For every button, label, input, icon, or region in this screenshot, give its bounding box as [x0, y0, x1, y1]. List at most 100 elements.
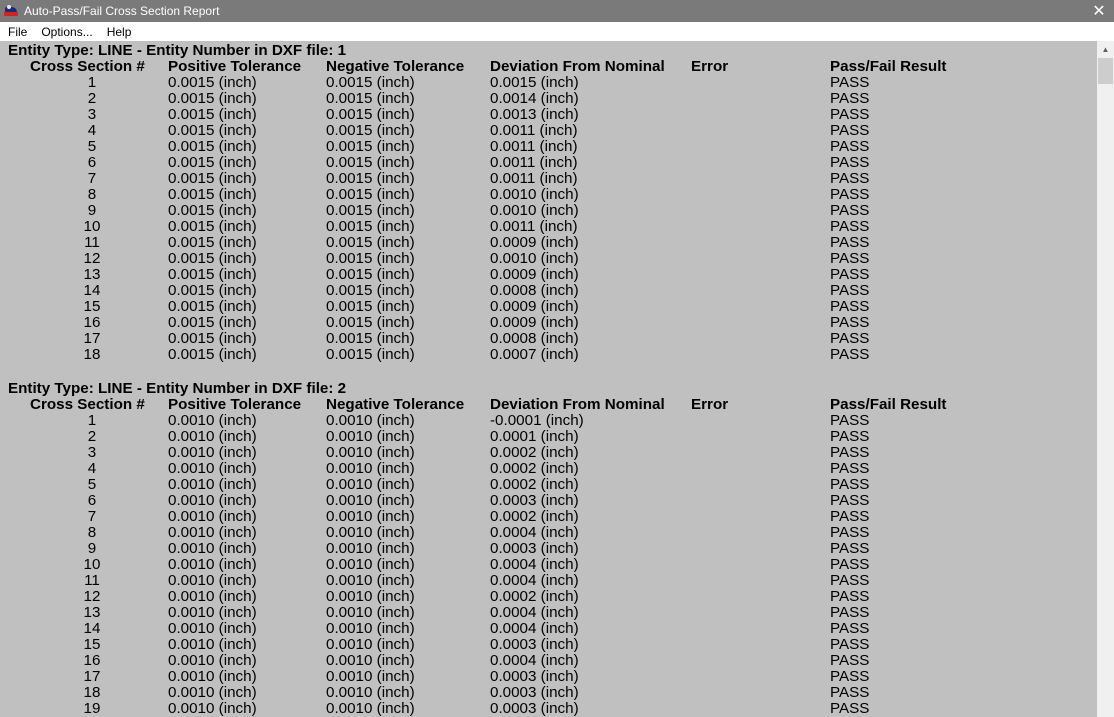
menu-options[interactable]: Options... [34, 25, 99, 39]
cell-deviation-from-nominal: 0.0011 (inch) [490, 170, 578, 187]
cell-negative-tolerance: 0.0010 (inch) [326, 620, 415, 637]
cell-deviation-from-nominal: 0.0002 (inch) [490, 588, 579, 605]
cell-pass-fail-result: PASS [830, 346, 870, 363]
cell-cross-section-number: 16 [83, 314, 101, 331]
cell-deviation-from-nominal: 0.0010 (inch) [490, 186, 579, 203]
cell-cross-section-number: 1 [87, 74, 97, 91]
cell-pass-fail-result: PASS [830, 282, 870, 299]
cell-deviation-from-nominal: 0.0008 (inch) [490, 282, 579, 299]
cell-deviation-from-nominal: 0.0002 (inch) [490, 508, 579, 525]
cell-pass-fail-result: PASS [830, 90, 870, 107]
report-content: Entity Type: LINE - Entity Number in DXF… [0, 41, 1097, 717]
table-row: 15 0.0010 (inch) 0.0010 (inch) 0.0003 (inch… [0, 637, 1097, 653]
cell-cross-section-number: 15 [83, 636, 101, 653]
table-row: 11 0.0010 (inch) 0.0010 (inch) 0.0004 (inch… [0, 573, 1097, 589]
cell-cross-section-number: 13 [83, 266, 101, 283]
cell-deviation-from-nominal: 0.0011 (inch) [490, 138, 578, 155]
table-row: 5 0.0015 (inch) 0.0015 (inch) 0.0011 (inch)… [0, 139, 1097, 155]
cell-positive-tolerance: 0.0015 (inch) [168, 74, 257, 91]
table-row: 14 0.0015 (inch) 0.0015 (inch) 0.0008 (inch… [0, 283, 1097, 299]
table-row: 1 0.0010 (inch) 0.0010 (inch) -0.0001 (inch… [0, 413, 1097, 429]
cell-cross-section-number: 11 [84, 572, 100, 589]
cell-cross-section-number: 12 [83, 588, 101, 605]
column-header-error: Error [691, 396, 729, 413]
cell-negative-tolerance: 0.0015 (inch) [326, 138, 415, 155]
cell-cross-section-number: 19 [83, 700, 101, 717]
cell-deviation-from-nominal: -0.0001 (inch) [490, 412, 584, 429]
entity-section: Entity Type: LINE - Entity Number in DXF… [0, 381, 1097, 717]
cell-pass-fail-result: PASS [830, 170, 870, 187]
cell-cross-section-number: 9 [87, 202, 97, 219]
cell-negative-tolerance: 0.0010 (inch) [326, 508, 415, 525]
cell-pass-fail-result: PASS [830, 668, 870, 685]
cell-deviation-from-nominal: 0.0003 (inch) [490, 492, 579, 509]
table-row: 13 0.0015 (inch) 0.0015 (inch) 0.0009 (inch… [0, 267, 1097, 283]
scroll-thumb[interactable] [1098, 58, 1113, 84]
cell-cross-section-number: 7 [87, 508, 97, 525]
table-row: 3 0.0015 (inch) 0.0015 (inch) 0.0013 (inch)… [0, 107, 1097, 123]
table-row: 8 0.0015 (inch) 0.0015 (inch) 0.0010 (inch)… [0, 187, 1097, 203]
cell-positive-tolerance: 0.0010 (inch) [168, 700, 257, 717]
cell-positive-tolerance: 0.0010 (inch) [168, 444, 257, 461]
cell-deviation-from-nominal: 0.0009 (inch) [490, 266, 579, 283]
cell-cross-section-number: 14 [83, 620, 101, 637]
entity-section: Entity Type: LINE - Entity Number in DXF… [0, 43, 1097, 363]
cell-cross-section-number: 14 [83, 282, 101, 299]
scroll-up-arrow-icon[interactable]: ▲ [1097, 41, 1114, 58]
column-header-cross-section-number: Cross Section # [30, 58, 145, 75]
cell-positive-tolerance: 0.0010 (inch) [168, 412, 257, 429]
cell-deviation-from-nominal: 0.0011 (inch) [490, 122, 578, 139]
cell-deviation-from-nominal: 0.0009 (inch) [490, 298, 579, 315]
cell-negative-tolerance: 0.0015 (inch) [326, 90, 415, 107]
title-bar: Auto-Pass/Fail Cross Section Report ✕ [0, 0, 1114, 22]
cell-negative-tolerance: 0.0010 (inch) [326, 444, 415, 461]
cell-deviation-from-nominal: 0.0008 (inch) [490, 330, 579, 347]
cell-cross-section-number: 17 [83, 330, 101, 347]
cell-cross-section-number: 13 [83, 604, 101, 621]
cell-positive-tolerance: 0.0015 (inch) [168, 122, 257, 139]
cell-cross-section-number: 6 [87, 492, 97, 509]
table-row: 4 0.0010 (inch) 0.0010 (inch) 0.0002 (inch)… [0, 461, 1097, 477]
cell-pass-fail-result: PASS [830, 428, 870, 445]
cell-cross-section-number: 11 [84, 234, 100, 251]
cell-negative-tolerance: 0.0010 (inch) [326, 492, 415, 509]
table-row: 9 0.0010 (inch) 0.0010 (inch) 0.0003 (inch)… [0, 541, 1097, 557]
table-row: 18 0.0010 (inch) 0.0010 (inch) 0.0003 (inch… [0, 685, 1097, 701]
vertical-scrollbar[interactable]: ▲ [1097, 41, 1114, 717]
report-window: Auto-Pass/Fail Cross Section Report ✕ Fi… [0, 0, 1114, 717]
cell-negative-tolerance: 0.0010 (inch) [326, 412, 415, 429]
cell-positive-tolerance: 0.0015 (inch) [168, 330, 257, 347]
cell-pass-fail-result: PASS [830, 444, 870, 461]
cell-negative-tolerance: 0.0015 (inch) [326, 266, 415, 283]
cell-negative-tolerance: 0.0010 (inch) [326, 588, 415, 605]
cell-negative-tolerance: 0.0015 (inch) [326, 122, 415, 139]
cell-deviation-from-nominal: 0.0003 (inch) [490, 684, 579, 701]
column-header-pass-fail-result: Pass/Fail Result [830, 396, 947, 413]
menu-file[interactable]: File [0, 25, 34, 39]
column-header-deviation-from-nominal: Deviation From Nominal [490, 396, 665, 413]
cell-pass-fail-result: PASS [830, 460, 870, 477]
cell-positive-tolerance: 0.0010 (inch) [168, 636, 257, 653]
cell-positive-tolerance: 0.0015 (inch) [168, 218, 257, 235]
cell-deviation-from-nominal: 0.0003 (inch) [490, 668, 579, 685]
cell-deviation-from-nominal: 0.0003 (inch) [490, 636, 579, 653]
table-row: 17 0.0015 (inch) 0.0015 (inch) 0.0008 (inch… [0, 331, 1097, 347]
cell-positive-tolerance: 0.0010 (inch) [168, 572, 257, 589]
table-row: 8 0.0010 (inch) 0.0010 (inch) 0.0004 (inch)… [0, 525, 1097, 541]
cell-pass-fail-result: PASS [830, 298, 870, 315]
cell-pass-fail-result: PASS [830, 138, 870, 155]
close-button[interactable]: ✕ [1084, 0, 1114, 22]
cell-negative-tolerance: 0.0010 (inch) [326, 700, 415, 717]
window-title: Auto-Pass/Fail Cross Section Report [24, 4, 220, 18]
cell-deviation-from-nominal: 0.0004 (inch) [490, 652, 579, 669]
cell-cross-section-number: 15 [83, 298, 101, 315]
cell-positive-tolerance: 0.0010 (inch) [168, 540, 257, 557]
close-icon: ✕ [1092, 3, 1106, 20]
cell-cross-section-number: 1 [87, 412, 97, 429]
cell-pass-fail-result: PASS [830, 700, 870, 717]
cell-deviation-from-nominal: 0.0004 (inch) [490, 572, 579, 589]
cell-positive-tolerance: 0.0010 (inch) [168, 652, 257, 669]
menu-help[interactable]: Help [100, 25, 139, 39]
cell-positive-tolerance: 0.0010 (inch) [168, 588, 257, 605]
cell-pass-fail-result: PASS [830, 508, 870, 525]
